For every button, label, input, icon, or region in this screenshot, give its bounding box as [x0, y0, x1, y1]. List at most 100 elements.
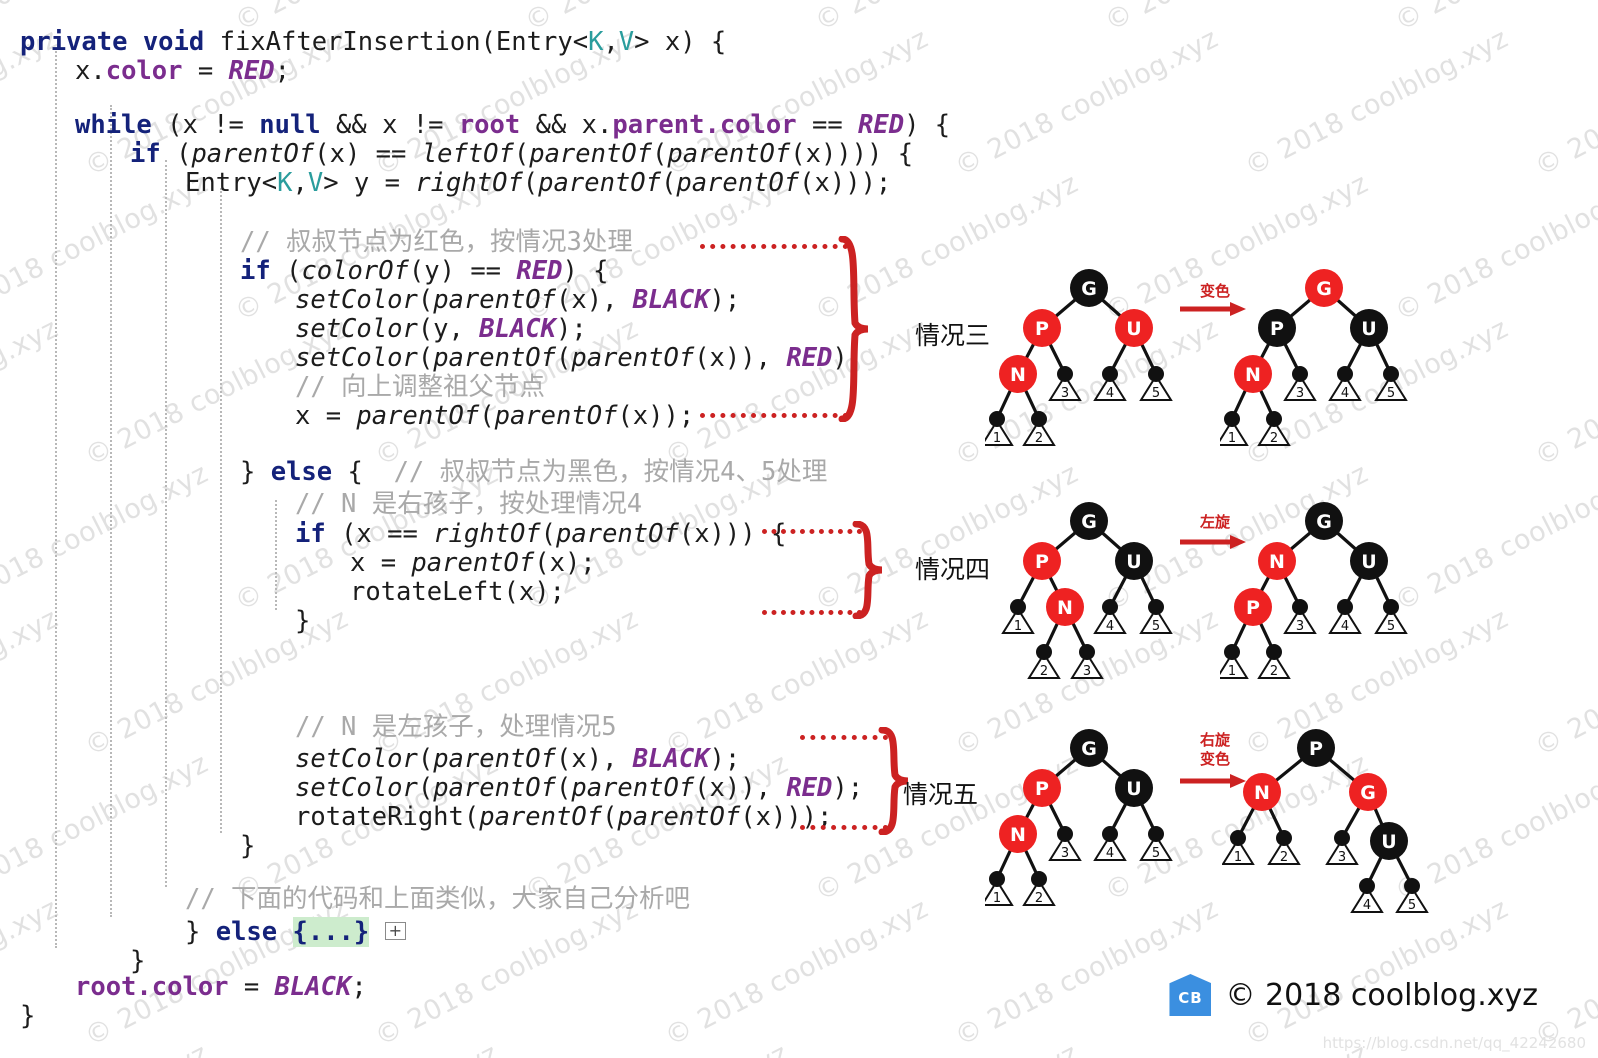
- tree-leaf-dot: [1292, 366, 1308, 382]
- tree-node-label: G: [1316, 278, 1332, 300]
- case-brace: [838, 236, 869, 422]
- code-token: parentOf: [479, 802, 603, 832]
- code-token: parentOf: [433, 773, 557, 803]
- code-line: setColor(parentOf(parentOf(x)), RED);: [295, 344, 863, 373]
- logo-initials: CB: [1178, 989, 1203, 1007]
- code-token: (x),: [556, 285, 633, 315]
- code-token: (x)));: [799, 168, 892, 198]
- subtree-label: 3: [1061, 846, 1069, 861]
- tree-node-label: G: [1081, 738, 1097, 760]
- code-comment: // 向上调整祖父节点: [295, 372, 546, 402]
- annotation-dotted-line-bottom: [762, 610, 862, 615]
- code-token: while: [75, 110, 152, 140]
- code-token: ,: [603, 27, 619, 57]
- subtree-label: 4: [1363, 898, 1371, 913]
- code-line: }: [240, 832, 255, 861]
- tree-leaf-dot: [1102, 599, 1118, 615]
- subtree-label: 1: [1234, 850, 1242, 865]
- transform-arrow-icon: [1180, 535, 1246, 549]
- code-token: parentOf: [529, 139, 653, 169]
- code-line: } else { // 叔叔节点为黑色，按情况4、5处理: [240, 458, 827, 487]
- subtree-label: 3: [1061, 386, 1069, 401]
- code-token: );: [832, 773, 864, 803]
- tree-node-label: U: [1361, 318, 1376, 340]
- subtree-label: 4: [1341, 386, 1349, 401]
- code-line: x = parentOf(parentOf(x));: [295, 402, 694, 431]
- code-token: parentOf: [191, 139, 315, 169]
- subtree-label: 3: [1296, 619, 1304, 634]
- tree-leaf-dot: [1230, 830, 1246, 846]
- code-token: parentOf: [356, 401, 480, 431]
- code-token: if: [295, 519, 326, 549]
- code-token: parentOf: [667, 139, 791, 169]
- tree-node-label: U: [1126, 318, 1141, 340]
- code-token: ;: [351, 972, 367, 1002]
- code-token: V: [307, 168, 324, 198]
- code-line: if (x == rightOf(parentOf(x))) {: [295, 520, 786, 549]
- transform-arrow-label: 变色: [1182, 282, 1248, 301]
- code-token: parentOf: [433, 343, 557, 373]
- watermark-text: © 2018 coolblog.xyz: [1530, 23, 1598, 183]
- code-token: );: [709, 744, 741, 774]
- case-five-diagram-before: 3 4 5 1 2 G P U N: [980, 712, 1185, 916]
- case-three-diagram-before-svg: 3 4 5 1 2 G P U N: [980, 269, 1173, 446]
- code-token: (x ==: [325, 519, 434, 549]
- code-line: rotateLeft(x);: [350, 578, 565, 607]
- code-line: setColor(parentOf(x), BLACK);: [295, 286, 740, 315]
- case-four-diagram-before-svg: 1 4 5 2 3 G P U N: [1001, 502, 1173, 679]
- tree-leaf-dot: [1079, 644, 1095, 660]
- expand-fold-button[interactable]: +: [384, 922, 407, 940]
- watermark-text: © 2018 coolblog.xyz: [1100, 0, 1373, 38]
- case-four-diagram-before: 1 4 5 2 3 G P U N: [985, 485, 1185, 689]
- code-token: (y,: [417, 314, 480, 344]
- subtree-label: 5: [1408, 898, 1416, 913]
- code-token: );: [709, 285, 741, 315]
- tree-leaf-dot: [1359, 878, 1375, 894]
- watermark-text: © 2018 coolblog.xyz: [1390, 0, 1598, 38]
- case-four-diagram-after: 3 4 5 1 2 G N U P: [1215, 485, 1435, 699]
- code-token: (: [522, 168, 539, 198]
- code-token: RED: [858, 110, 905, 140]
- code-token: (: [556, 773, 572, 803]
- tree-node-label: P: [1035, 318, 1049, 340]
- subtree-label: 5: [1152, 386, 1160, 401]
- code-line: setColor(parentOf(parentOf(x)), RED);: [295, 774, 863, 803]
- code-token: (x)),: [694, 773, 787, 803]
- arrow-label-line: 变色: [1199, 750, 1230, 768]
- tree-leaf-dot: [1383, 599, 1399, 615]
- tree-node-label: N: [1254, 782, 1270, 804]
- code-token: (: [652, 139, 668, 169]
- tree-node-label: U: [1381, 831, 1396, 853]
- tree-leaf-dot: [1148, 599, 1164, 615]
- tree-node-label: U: [1126, 778, 1141, 800]
- tree-node-label: G: [1081, 278, 1097, 300]
- code-token: (x)))) {: [790, 139, 914, 169]
- code-token: (: [417, 773, 434, 803]
- code-token: parentOf: [676, 168, 800, 198]
- code-line: setColor(y, BLACK);: [295, 315, 587, 344]
- tree-node-label: G: [1316, 511, 1332, 533]
- tree-node-label: N: [1010, 824, 1026, 846]
- code-token: (: [479, 401, 495, 431]
- code-line: root.color = BLACK;: [75, 973, 367, 1002]
- tree-leaf-dot: [1224, 411, 1240, 427]
- subtree-label: 5: [1387, 386, 1395, 401]
- code-line: if (colorOf(y) == RED) {: [240, 257, 609, 286]
- code-line: // N 是右孩子，按处理情况4: [295, 490, 642, 519]
- code-token: RED: [228, 56, 275, 86]
- code-line: setColor(parentOf(x), BLACK);: [295, 745, 740, 774]
- subtree-label: 2: [1270, 431, 1278, 446]
- subtree-label: 4: [1106, 619, 1114, 634]
- subtree-label: 4: [1341, 619, 1349, 634]
- code-token: }: [20, 1001, 36, 1031]
- code-line: rotateRight(parentOf(parentOf(x)));: [295, 803, 832, 832]
- tree-node-label: P: [1270, 318, 1284, 340]
- transform-arrow-label: 左旋: [1182, 513, 1248, 532]
- arrow-label-line: 左旋: [1199, 513, 1230, 531]
- code-token: setColor: [295, 314, 418, 344]
- watermark-text: © 2018 coolblog.xyz: [1240, 22, 1514, 183]
- code-token: if: [240, 256, 271, 286]
- code-token: BLACK: [632, 285, 710, 315]
- case-label: 情况四: [915, 555, 991, 584]
- collapsed-block[interactable]: {...}: [292, 917, 370, 947]
